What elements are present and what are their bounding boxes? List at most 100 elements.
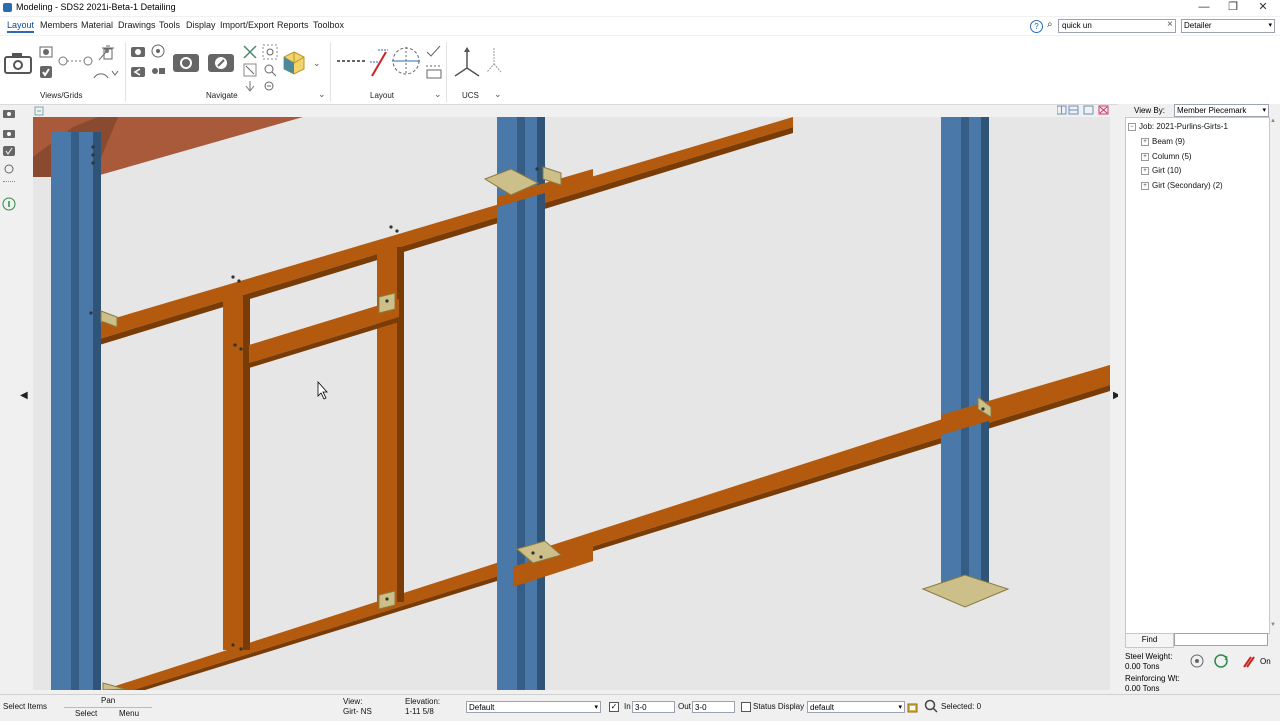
expand-layout-icon[interactable]: ⌄: [434, 89, 442, 100]
expand-icon[interactable]: +: [1141, 137, 1149, 146]
menu-reports[interactable]: Reports: [277, 20, 309, 30]
pan-icon[interactable]: [242, 80, 258, 92]
tree-item-girt-secondary[interactable]: + Girt (Secondary) (2): [1141, 181, 1223, 190]
view-filter-icon[interactable]: [2, 163, 16, 175]
lock-icon[interactable]: [907, 701, 918, 713]
upper-girt-edge: [73, 127, 793, 353]
tools-icon[interactable]: [1241, 653, 1257, 669]
view-by-select[interactable]: Member Piecemark ▾: [1174, 104, 1269, 117]
viewport-menu-icon[interactable]: [34, 106, 44, 116]
tree-item-girt[interactable]: + Girt (10): [1141, 166, 1181, 175]
scroll-down-arrow[interactable]: ▼: [1270, 622, 1276, 628]
help-icon[interactable]: ?: [1030, 20, 1043, 33]
tree-item-beam[interactable]: + Beam (9): [1141, 137, 1185, 146]
expand-icon[interactable]: +: [1141, 166, 1149, 175]
column-right-web: [961, 117, 969, 595]
role-select[interactable]: Detailer ▾: [1181, 19, 1275, 33]
circle-layout-icon[interactable]: [390, 44, 422, 78]
in-label: In: [624, 702, 631, 711]
expand-icon[interactable]: +: [1141, 152, 1149, 161]
zoom-extents-icon[interactable]: [242, 44, 258, 60]
dotted-line-icon[interactable]: [336, 54, 366, 68]
layout-check-icon[interactable]: [424, 44, 444, 80]
search-clear-button[interactable]: ×: [1167, 19, 1173, 30]
menu-layout[interactable]: Layout: [7, 20, 35, 33]
menu-members[interactable]: Members: [40, 20, 78, 30]
zoom-fit-icon[interactable]: [242, 62, 258, 78]
view-depth-select[interactable]: Default ▾: [466, 701, 601, 713]
collapse-icon[interactable]: −: [1128, 122, 1136, 131]
zoom-in-icon[interactable]: [262, 62, 278, 78]
minimize-button[interactable]: —: [1189, 0, 1219, 16]
member-line-icon[interactable]: [368, 46, 390, 80]
title-bar: Modeling - SDS2 2021i-Beta-1 Detailing —…: [0, 0, 1280, 16]
ucs-axes-icon[interactable]: [452, 44, 482, 80]
menu-material[interactable]: Material: [81, 20, 113, 30]
3d-view-cube-icon[interactable]: [282, 50, 306, 76]
tree-item-label: Column (5): [1152, 152, 1192, 161]
out-depth-input[interactable]: 3-0: [692, 701, 735, 713]
camera-icon[interactable]: [3, 51, 33, 75]
model-3d-view[interactable]: [33, 117, 1110, 690]
restore-button[interactable]: ❐: [1218, 0, 1248, 16]
find-button[interactable]: Find: [1125, 633, 1174, 648]
weight-settings-icon[interactable]: [1189, 653, 1205, 669]
camera-snapshot-icon[interactable]: [172, 50, 200, 74]
save-view-icon[interactable]: [130, 44, 146, 58]
grid-line-icon[interactable]: [58, 54, 94, 68]
zoom-window-icon[interactable]: [262, 44, 278, 60]
trash-icon[interactable]: [100, 44, 116, 60]
view-name: Girt- NS: [343, 707, 372, 716]
view-settings-icon[interactable]: [38, 44, 54, 60]
status-display-select[interactable]: default ▾: [807, 701, 905, 713]
view-check-icon[interactable]: [38, 64, 54, 80]
depth-checkbox[interactable]: ✓: [609, 702, 619, 712]
record-view-icon[interactable]: [150, 64, 166, 78]
camera-settings-icon[interactable]: [207, 50, 235, 74]
column-right-flange: [981, 117, 989, 595]
chevron-down-icon: ▾: [594, 704, 598, 711]
column-middle-flange: [537, 117, 545, 690]
status-display-checkbox[interactable]: [741, 702, 751, 712]
menu-import-export[interactable]: Import/Export: [220, 20, 274, 30]
window-title: Modeling - SDS2 2021i-Beta-1 Detailing: [16, 2, 176, 12]
view-camera-icon[interactable]: [2, 127, 16, 139]
find-input[interactable]: [1174, 633, 1268, 646]
selected-count: Selected: 0: [941, 702, 982, 711]
quick-search-input[interactable]: quick un: [1058, 19, 1176, 33]
view-check-icon[interactable]: [2, 145, 16, 157]
expand-navigate-icon[interactable]: ⌄: [318, 89, 326, 100]
in-depth-value: 3-0: [635, 703, 647, 712]
scroll-up-arrow[interactable]: ▲: [1270, 118, 1276, 124]
out-label: Out: [678, 702, 691, 711]
status-display-value: default: [810, 703, 835, 712]
chevron-down-icon[interactable]: ⌄: [313, 58, 321, 69]
menu-toolbox[interactable]: Toolbox: [313, 20, 344, 30]
scroll-left-arrow[interactable]: ◀: [20, 390, 28, 401]
expand-icon[interactable]: +: [1141, 181, 1149, 190]
menu-drawings[interactable]: Drawings: [118, 20, 156, 30]
in-depth-input[interactable]: 3-0: [632, 701, 675, 713]
menu-tools[interactable]: Tools: [159, 20, 180, 30]
role-value: Detailer: [1184, 21, 1212, 30]
arc-grid-icon[interactable]: [92, 66, 120, 80]
member-tree: − Job: 2021-Purlins-Girts-1 + Beam (9) + Co…: [1125, 117, 1270, 634]
close-button[interactable]: ✕: [1248, 0, 1278, 16]
ribbon-separator: [330, 42, 331, 102]
restore-view-icon[interactable]: [150, 44, 166, 58]
model-viewport[interactable]: [33, 117, 1110, 690]
quick-search-value: quick un: [1062, 21, 1092, 30]
info-icon[interactable]: [2, 197, 16, 211]
camera-icon[interactable]: [2, 107, 16, 119]
mouse-right-menu: Menu: [119, 709, 140, 718]
zoom-out-icon[interactable]: [262, 80, 278, 92]
previous-view-icon[interactable]: [130, 64, 146, 78]
single-view-icon[interactable]: [1083, 105, 1094, 115]
expand-ucs-icon[interactable]: ⌄: [494, 89, 502, 100]
ucs-rotate-icon[interactable]: [484, 44, 504, 78]
menu-display[interactable]: Display: [186, 20, 216, 30]
tree-root[interactable]: − Job: 2021-Purlins-Girts-1: [1128, 122, 1228, 131]
tree-item-column[interactable]: + Column (5): [1141, 152, 1192, 161]
zoom-selection-icon[interactable]: [924, 699, 938, 713]
refresh-icon[interactable]: [1213, 653, 1229, 669]
